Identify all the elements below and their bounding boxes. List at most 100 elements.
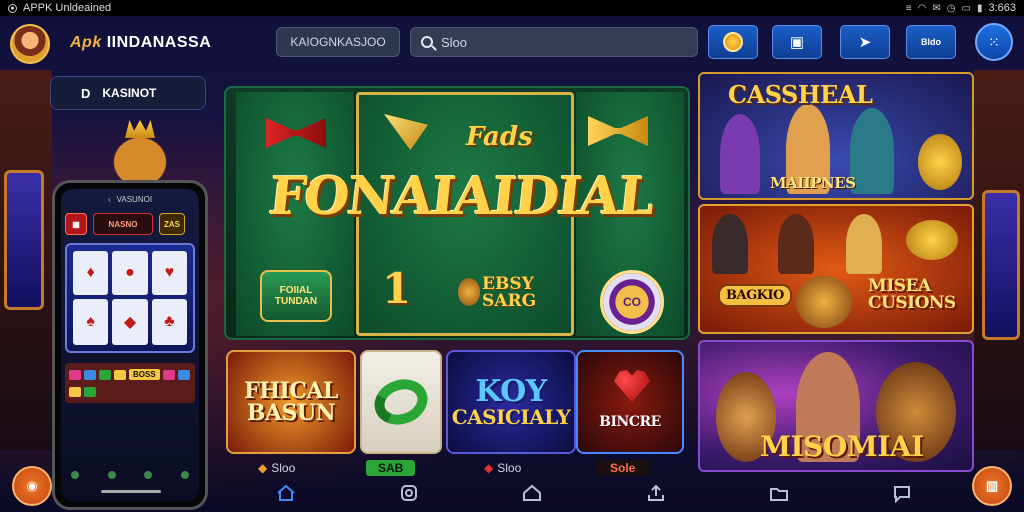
app-name-text: IINDANASSA (106, 34, 212, 51)
folder-icon (769, 488, 788, 501)
slot-reel: ♦ (73, 251, 109, 295)
nav-upload[interactable] (645, 482, 667, 504)
bldo-label: Bldo (921, 37, 941, 47)
phone-home-bar (101, 490, 161, 493)
game-tile-label-line2: BASUN (246, 400, 336, 426)
phone-top-bar: ‹ VASUNOI (61, 189, 199, 209)
promo-card-right-line2: CUSIONS (868, 293, 956, 313)
dice-icon: ◆ (484, 461, 494, 475)
left-gift-button[interactable]: ◉ (12, 466, 52, 506)
dots-menu-icon: ⁙ (988, 33, 1000, 50)
phone-top-text: VASUNOI (116, 194, 153, 204)
slot-reel: ◆ (112, 299, 148, 345)
casino-tab-label: KASINOT (102, 86, 157, 100)
promo-card-subtitle: MAIIPNES (770, 174, 856, 192)
game-tile-fhical-basun[interactable]: FHICAL BASUN (226, 350, 356, 454)
character-figure (778, 214, 814, 274)
character-figure (712, 214, 748, 274)
status-title: APPK Unldeained (23, 2, 112, 14)
phone-key-label: BOSS (129, 369, 160, 380)
game-tile-label-line1: KOY (475, 374, 547, 409)
tile-tag: Sole (596, 460, 650, 476)
featured-game-banner[interactable]: Fads FONAIAIDIAL FOIIAL TUNDAN 1 EBSY SA… (224, 86, 690, 340)
slot-reel: ● (112, 251, 148, 295)
tile-tag-text: Sloo (497, 461, 522, 475)
game-tile-label: KOY CASICIALY (448, 374, 574, 428)
phone-chip-red: ▦ (65, 213, 87, 235)
nav-folder[interactable] (768, 482, 790, 504)
app-logo-avatar[interactable] (10, 24, 50, 64)
nav-record[interactable] (398, 482, 420, 504)
tiger-icon (796, 276, 852, 328)
home-icon (276, 484, 295, 501)
lion-icon (458, 278, 480, 306)
dots-menu-button[interactable]: ⁙ (975, 23, 1013, 61)
right-wallet-button[interactable]: ▥ (972, 466, 1012, 506)
promo-card-title: MISOMIAI (760, 430, 924, 463)
send-button[interactable]: ➤ (840, 25, 890, 59)
phone-key (99, 369, 111, 380)
app-indicator-icon: ● (8, 3, 17, 13)
phone-key (114, 369, 126, 380)
app-header: Apk IINDANASSA KAIOGNKASJOO Sloo ▣ ➤ Bld… (0, 18, 1024, 68)
promo-card-casshe[interactable]: CASSHEAL MAIIPNES (698, 72, 974, 200)
gift-icon: ◉ (26, 478, 38, 493)
promo-card-right-label: MISEA CUSIONS (868, 278, 956, 312)
phone-dot (107, 471, 116, 479)
status-time: 3:663 (988, 2, 1016, 14)
battery-icon: ▭ (961, 2, 971, 14)
tile-tag-text: Sole (610, 461, 636, 475)
nav-chat[interactable] (891, 482, 913, 504)
game-tile-bincre[interactable]: BINCRE (576, 350, 684, 454)
coin-pile-icon (906, 220, 958, 260)
phone-key (84, 387, 96, 397)
coin-button[interactable] (708, 25, 758, 59)
lobby-icon (523, 484, 542, 501)
phone-mockup: ‹ VASUNOI ▦ NASNO ZAS ♦ ● ♥ ♠ ◆ ♣ BOSS (52, 180, 208, 510)
featured-easy-label: EBSY SARG (482, 276, 536, 310)
nav-home[interactable] (275, 482, 297, 504)
bldo-button[interactable]: Bldo (906, 25, 956, 59)
crowned-mascot-image (95, 120, 185, 180)
tile-tag: ◆ Sloo (258, 460, 295, 476)
game-tile-label-line1: FHICAL (244, 378, 338, 404)
phone-slot-reels: ♦ ● ♥ ♠ ◆ ♣ (65, 243, 195, 353)
search-input[interactable]: Sloo (410, 27, 698, 57)
stack-icon: ≡ (905, 2, 912, 14)
featured-badge: FOIIAL TUNDAN (260, 270, 332, 322)
phone-control-panel: BOSS (65, 363, 195, 403)
tile-tag: SAB (366, 460, 416, 476)
phone-back-icon: ‹ (107, 194, 111, 204)
phone-chip-right: ZAS (159, 213, 185, 235)
tile-tag-text: Sloo (271, 461, 296, 475)
featured-subtitle: Fads (466, 122, 533, 152)
nav-lobby[interactable] (521, 482, 543, 504)
featured-title: FONAIAIDIAL (266, 166, 656, 227)
phone-button-dots (71, 471, 189, 479)
casino-tab[interactable]: D KASINOT (50, 76, 206, 110)
chat-icon (894, 486, 911, 503)
featured-easy-line2: SARG (482, 291, 537, 311)
status-bar: ● APPK Unldeained ≡ ◠ ✉ ◷ ▭ ▮ 3:663 (0, 0, 1024, 16)
casino-chip-text: CO (623, 295, 641, 309)
promo-card-left-label: BAGKIO (718, 284, 792, 307)
signal-icon: ▮ (976, 2, 983, 14)
phone-key (177, 369, 190, 380)
coin-icon (723, 32, 743, 52)
arcade-machine-image (982, 190, 1020, 340)
phone-key (69, 387, 81, 397)
character-figure (846, 214, 882, 274)
promo-card-bagkio[interactable]: BAGKIO MISEA CUSIONS (698, 204, 974, 334)
alarm-icon: ◷ (946, 2, 956, 14)
game-tile-koy-casicialy[interactable]: KOY CASICIALY (446, 350, 576, 454)
wallet-button[interactable]: ▣ (772, 25, 822, 59)
search-icon (421, 36, 433, 48)
promo-card-misomiai[interactable]: MISOMIAI (698, 340, 974, 472)
character-figure (850, 108, 894, 194)
bottom-navigation (224, 478, 964, 508)
upload-icon (647, 484, 664, 501)
coin-bag-icon: ◆ (258, 461, 268, 475)
category-pill[interactable]: KAIOGNKASJOO (276, 27, 400, 57)
game-tile-green-ring[interactable] (360, 350, 442, 454)
phone-screen: ‹ VASUNOI ▦ NASNO ZAS ♦ ● ♥ ♠ ◆ ♣ BOSS (61, 189, 199, 501)
